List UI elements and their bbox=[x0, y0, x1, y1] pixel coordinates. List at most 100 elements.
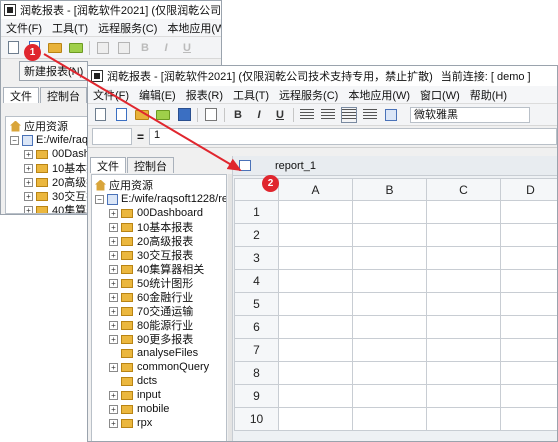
menu-help[interactable]: 帮助(H) bbox=[465, 87, 512, 103]
edit-icon[interactable] bbox=[155, 107, 171, 123]
grid-cell[interactable] bbox=[500, 200, 557, 224]
grid-cell[interactable] bbox=[352, 292, 427, 316]
new-report-icon[interactable] bbox=[92, 107, 108, 123]
expand-icon[interactable]: + bbox=[109, 278, 118, 288]
expand-icon[interactable]: + bbox=[24, 149, 33, 159]
expand-icon[interactable]: + bbox=[109, 334, 118, 344]
save-icon[interactable] bbox=[176, 107, 192, 123]
tree-path[interactable]: − E:/wife/raqsoft1228/rep bbox=[95, 192, 226, 206]
expand-icon[interactable]: + bbox=[109, 292, 118, 302]
grid-cell[interactable] bbox=[278, 269, 353, 293]
tree-item[interactable]: +10基本报表 bbox=[95, 220, 226, 234]
tree-root[interactable]: 应用资源 bbox=[10, 119, 94, 133]
tab-file[interactable]: 文件 bbox=[90, 157, 126, 173]
grid-cell[interactable] bbox=[278, 407, 353, 431]
grid-cell[interactable] bbox=[426, 338, 501, 362]
tree-item[interactable]: + commonQuery bbox=[95, 360, 226, 374]
back-menu-remote[interactable]: 远程服务(C) bbox=[93, 20, 162, 36]
expand-icon[interactable]: + bbox=[109, 222, 118, 232]
expand-icon[interactable]: + bbox=[109, 306, 118, 316]
tree-item[interactable]: + 00Dashb bbox=[10, 147, 94, 161]
row-header[interactable]: 2 bbox=[234, 223, 279, 247]
tree-item[interactable]: + input bbox=[95, 388, 226, 402]
align-center-icon[interactable] bbox=[320, 107, 336, 123]
tree-item[interactable]: +50统计图形 bbox=[95, 276, 226, 290]
grid-cell[interactable] bbox=[500, 384, 557, 408]
menu-window[interactable]: 窗口(W) bbox=[415, 87, 465, 103]
expand-icon[interactable]: + bbox=[109, 390, 118, 400]
row-header[interactable]: 5 bbox=[234, 292, 279, 316]
grid-cell[interactable] bbox=[500, 315, 557, 339]
grid-cell[interactable] bbox=[426, 200, 501, 224]
menu-edit[interactable]: 编辑(E) bbox=[134, 87, 181, 103]
expand-icon[interactable]: + bbox=[109, 236, 118, 246]
grid-cell[interactable] bbox=[278, 361, 353, 385]
collapse-icon[interactable]: − bbox=[10, 135, 19, 145]
row-header[interactable]: 9 bbox=[234, 384, 279, 408]
tree-item[interactable]: + rpx bbox=[95, 416, 226, 430]
column-header[interactable]: A bbox=[278, 178, 353, 201]
menu-tools[interactable]: 工具(T) bbox=[228, 87, 274, 103]
back-menu-file[interactable]: 文件(F) bbox=[1, 20, 47, 36]
justify-icon[interactable] bbox=[362, 107, 378, 123]
back-tab-console[interactable]: 控制台 bbox=[40, 87, 87, 103]
tree-item[interactable]: dcts bbox=[95, 374, 226, 388]
new-from-template-icon[interactable] bbox=[113, 107, 129, 123]
expand-icon[interactable]: + bbox=[24, 205, 33, 213]
grid-cell[interactable] bbox=[500, 246, 557, 270]
grid-cell[interactable] bbox=[426, 269, 501, 293]
grid-cell[interactable] bbox=[426, 292, 501, 316]
row-header[interactable]: 10 bbox=[234, 407, 279, 431]
row-header[interactable]: 6 bbox=[234, 315, 279, 339]
grid-cell[interactable] bbox=[426, 361, 501, 385]
grid-cell[interactable] bbox=[352, 246, 427, 270]
grid-cell[interactable] bbox=[352, 407, 427, 431]
report-tab[interactable]: report_1 bbox=[233, 156, 557, 176]
underline-icon[interactable]: U bbox=[272, 107, 288, 123]
font-select[interactable]: 微软雅黑 bbox=[410, 106, 530, 123]
tree-item[interactable]: + 30交互报 bbox=[10, 189, 94, 203]
grid-cell[interactable] bbox=[426, 407, 501, 431]
expand-icon[interactable]: + bbox=[24, 191, 33, 201]
open-folder-icon[interactable] bbox=[134, 107, 150, 123]
edit-icon[interactable] bbox=[68, 40, 84, 56]
row-header[interactable]: 7 bbox=[234, 338, 279, 362]
grid-cell[interactable] bbox=[426, 246, 501, 270]
row-header[interactable]: 3 bbox=[234, 246, 279, 270]
grid-cell[interactable] bbox=[278, 246, 353, 270]
tree-item[interactable]: + mobile bbox=[95, 402, 226, 416]
expand-icon[interactable]: + bbox=[24, 177, 33, 187]
italic-icon[interactable]: I bbox=[251, 107, 267, 123]
back-menu-tools[interactable]: 工具(T) bbox=[47, 20, 93, 36]
menu-file[interactable]: 文件(F) bbox=[88, 87, 134, 103]
align-left-icon[interactable] bbox=[299, 107, 315, 123]
tree-item[interactable]: +40集算器相关 bbox=[95, 262, 226, 276]
grid-cell[interactable] bbox=[500, 269, 557, 293]
column-header[interactable]: C bbox=[426, 178, 501, 201]
tree-path[interactable]: − E:/wife/raqsoft bbox=[10, 133, 94, 147]
tree-item[interactable]: + 20高级报 bbox=[10, 175, 94, 189]
cell-ref-box[interactable] bbox=[92, 128, 132, 145]
tree-item[interactable]: + 10基本报 bbox=[10, 161, 94, 175]
menu-local[interactable]: 本地应用(W) bbox=[343, 87, 415, 103]
tree-item[interactable]: +70交通运输 bbox=[95, 304, 226, 318]
grid-cell[interactable] bbox=[278, 384, 353, 408]
new-report-icon[interactable] bbox=[5, 40, 21, 56]
grid-cell[interactable] bbox=[278, 200, 353, 224]
tree-item[interactable]: +20高级报表 bbox=[95, 234, 226, 248]
grid-cell[interactable] bbox=[426, 384, 501, 408]
grid-cell[interactable] bbox=[352, 384, 427, 408]
back-tab-file[interactable]: 文件 bbox=[3, 87, 39, 103]
grid-cell[interactable] bbox=[278, 338, 353, 362]
expand-icon[interactable]: + bbox=[109, 320, 118, 330]
grid-cell[interactable] bbox=[352, 223, 427, 247]
expand-icon[interactable]: + bbox=[109, 362, 118, 372]
tree-item[interactable]: + 40集算器 bbox=[10, 203, 94, 213]
expand-icon[interactable]: + bbox=[109, 208, 118, 218]
grid-cell[interactable] bbox=[500, 223, 557, 247]
tree-item[interactable]: +30交互报表 bbox=[95, 248, 226, 262]
grid-cell[interactable] bbox=[278, 223, 353, 247]
row-header[interactable]: 8 bbox=[234, 361, 279, 385]
open-folder-icon[interactable] bbox=[47, 40, 63, 56]
tree-item[interactable]: analyseFiles bbox=[95, 346, 226, 360]
